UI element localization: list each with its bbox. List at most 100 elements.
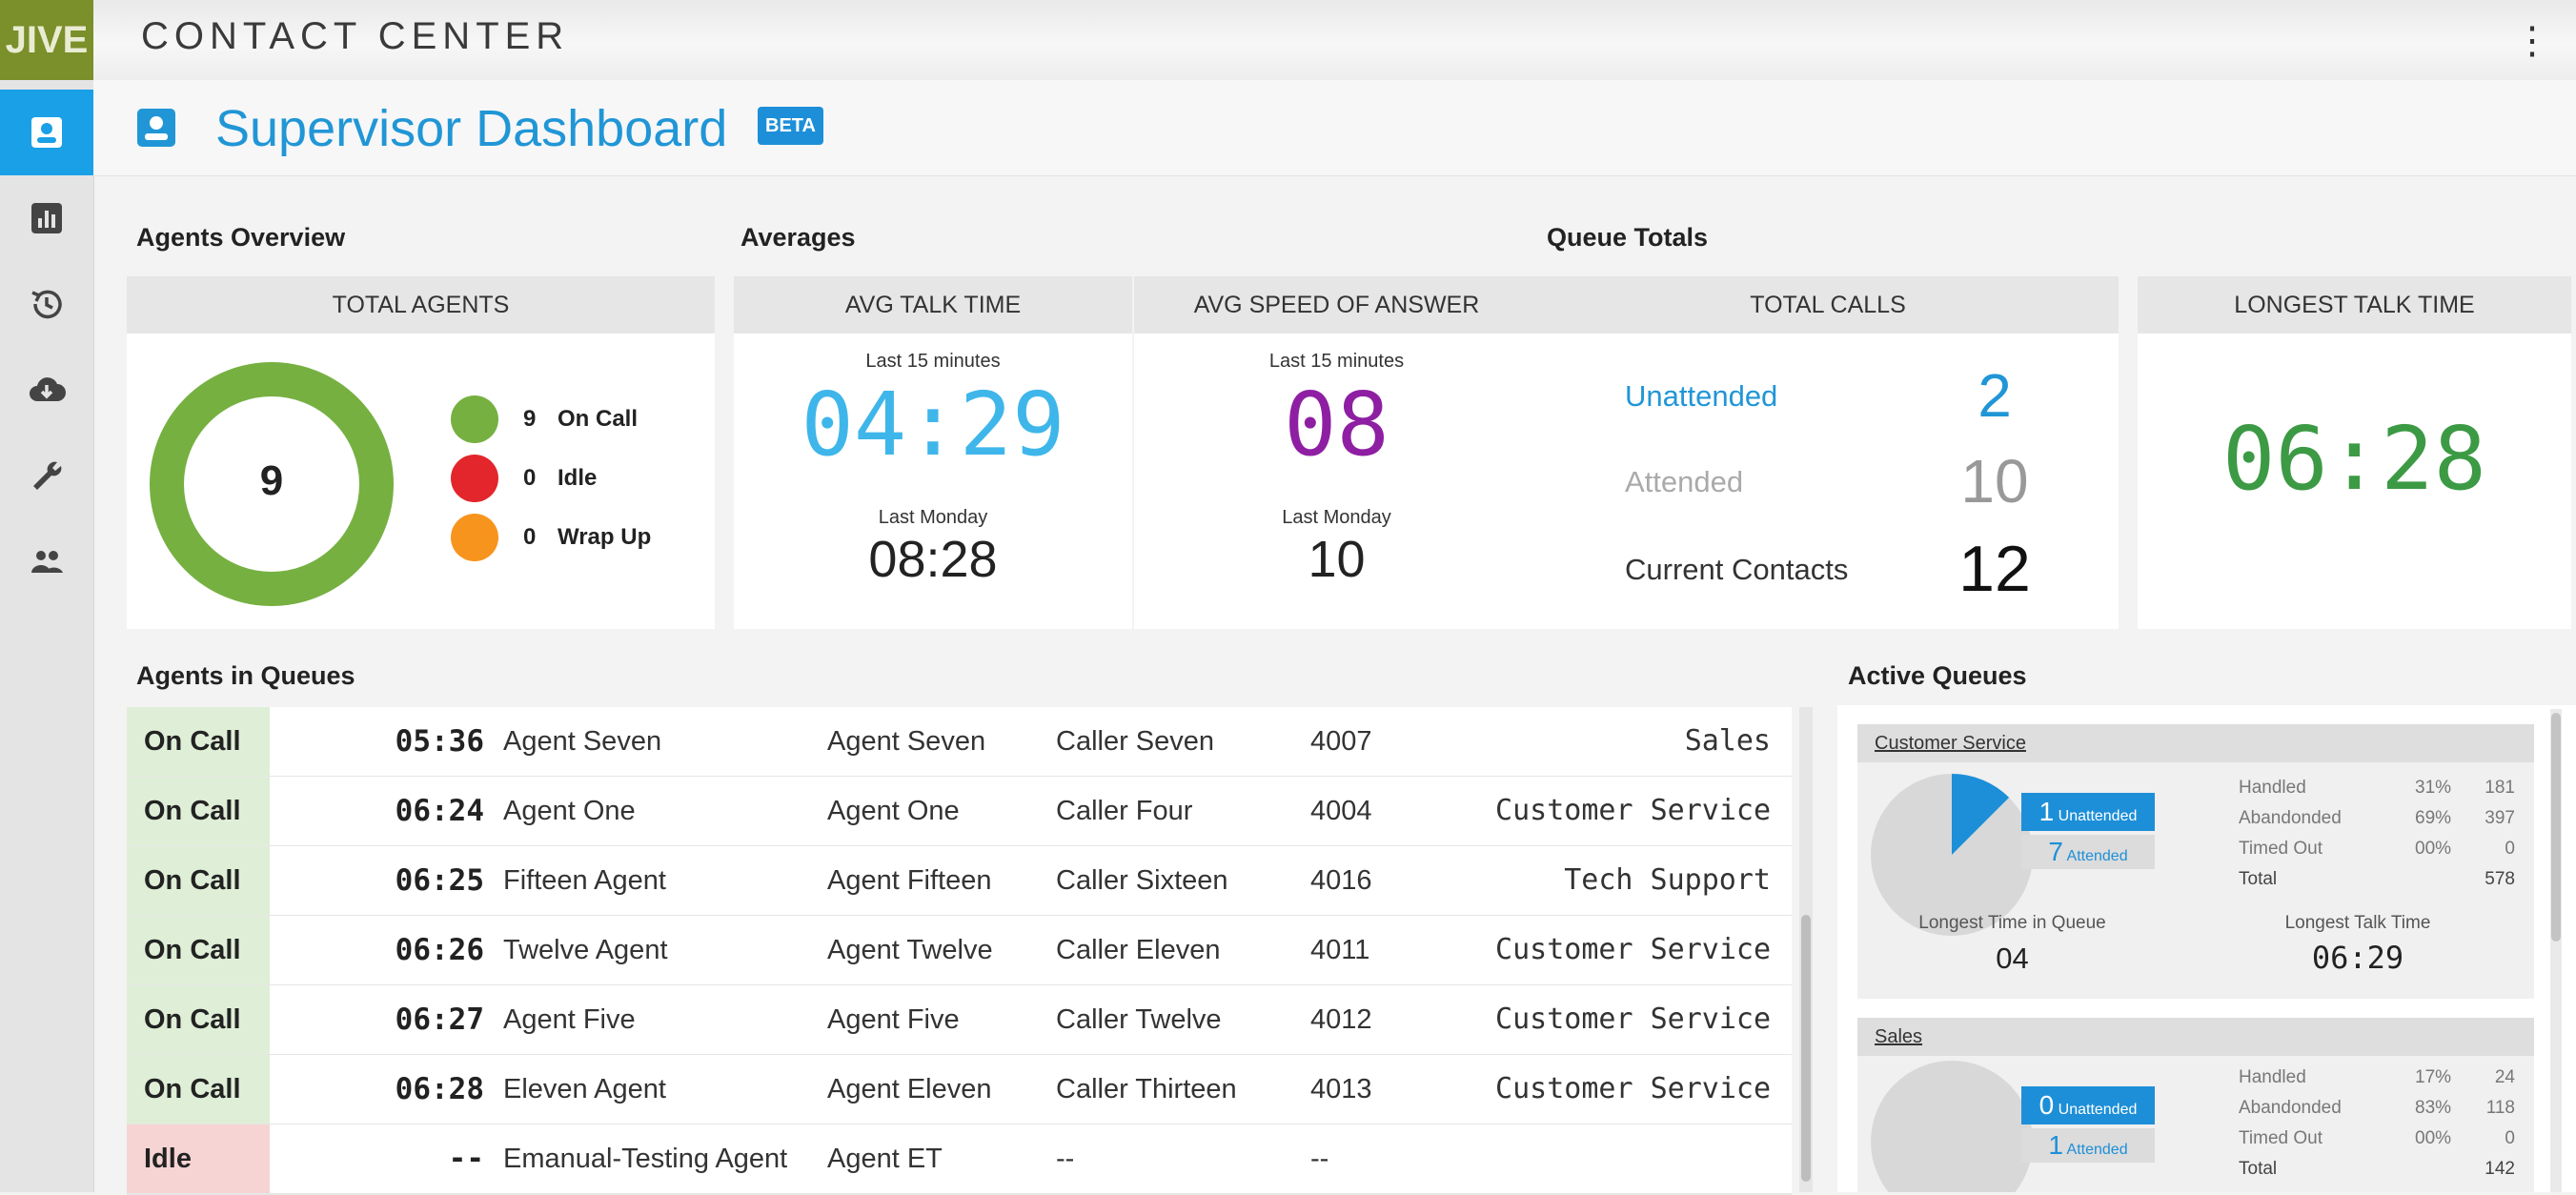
unattended-chip-label: Unattended <box>2058 1102 2138 1118</box>
period-label: Last 15 minutes <box>1268 351 1405 372</box>
caller-cell: Caller Sixteen <box>1056 865 1228 896</box>
unattended-label: Unattended <box>1625 379 1778 413</box>
queue-stats: Handled 17% 24 Abandonded 83% 118 Timed Out 00%… <box>2239 1067 2515 1189</box>
agents-total-count: 9 <box>259 457 284 504</box>
contact-card-icon <box>31 117 62 148</box>
stat-label: Total <box>2239 869 2278 889</box>
period-label: Last Monday <box>878 507 988 528</box>
unattended-chip: 1 Unattended <box>2021 793 2155 831</box>
attended-chip-label: Attended <box>2066 1142 2128 1158</box>
queue-cell: Customer Service <box>1495 933 1771 966</box>
agents-table-scrollbar[interactable] <box>1799 707 1813 1192</box>
caller-cell: Caller Twelve <box>1056 1004 1222 1035</box>
table-row[interactable]: On Call 06:28 Eleven Agent Agent Eleven Call… <box>127 1055 1792 1125</box>
duration-cell: 06:27 <box>395 1003 484 1037</box>
caller-cell: Caller Four <box>1056 796 1193 826</box>
beta-badge: BETA <box>758 107 823 145</box>
stat-count: 142 <box>2485 1159 2515 1179</box>
scrollbar-thumb[interactable] <box>1801 915 1811 1182</box>
longest-talk-time-value: 06:29 <box>2311 940 2404 976</box>
extension-cell: 4004 <box>1310 796 1372 826</box>
attended-chip: 1 Attended <box>2021 1128 2155 1163</box>
history-icon <box>31 290 62 319</box>
duration-cell: 06:28 <box>395 1072 484 1106</box>
caller-cell: Caller Thirteen <box>1056 1074 1237 1104</box>
sidebar-item-history[interactable] <box>0 261 93 347</box>
stat-label: Abandonded <box>2239 808 2342 828</box>
unattended-chip-count: 1 <box>2038 797 2055 826</box>
active-queues-scrollbar[interactable] <box>2550 709 2562 1192</box>
queue-cell: Customer Service <box>1495 1003 1771 1036</box>
total-calls-card: TOTAL CALLS Unattended 2 Attended 10 Cur… <box>1537 276 2119 629</box>
more-menu-icon[interactable]: ⋮ <box>2513 19 2551 63</box>
page-header: Supervisor Dashboard BETA <box>93 80 2576 176</box>
table-row[interactable]: On Call 05:36 Agent Seven Agent Seven Caller… <box>127 707 1792 778</box>
attended-count: 10 <box>1960 447 2029 516</box>
averages-title: Averages <box>740 223 856 252</box>
scrollbar-thumb[interactable] <box>2551 713 2561 942</box>
stat-percent: 17% <box>2415 1067 2452 1087</box>
extension-cell: 4013 <box>1310 1074 1372 1104</box>
queue-cell: Tech Support <box>1564 863 1771 897</box>
stat-label: Timed Out <box>2239 1128 2322 1148</box>
table-row[interactable]: Idle -- Emanual-Testing Agent Agent ET -- -- <box>127 1124 1792 1195</box>
agents-overview-title: Agents Overview <box>136 223 346 252</box>
queue-stat-row: Total 142 <box>2239 1159 2515 1189</box>
table-row[interactable]: On Call 06:25 Fifteen Agent Agent Fifteen Ca… <box>127 846 1792 917</box>
current-contacts-label: Current Contacts <box>1625 553 1849 586</box>
extension-cell: 4011 <box>1310 935 1370 965</box>
app-title: CONTACT CENTER <box>141 15 570 57</box>
stat-percent: 00% <box>2415 839 2452 859</box>
legend-label: Idle <box>558 465 598 491</box>
stat-label: Handled <box>2239 778 2306 798</box>
queue-stat-row: Timed Out 00% 0 <box>2239 1128 2515 1159</box>
longest-talk-time-value: 06:28 <box>2222 408 2486 510</box>
extension-cell: 4007 <box>1310 726 1372 757</box>
queue-stat-row: Total 578 <box>2239 869 2515 900</box>
queue-totals-title: Queue Totals <box>1547 223 1709 252</box>
table-row[interactable]: On Call 06:26 Twelve Agent Agent Twelve Call… <box>127 916 1792 986</box>
agent-name-cell: Agent One <box>503 796 636 826</box>
longest-time-in-queue-label: Longest Time in Queue <box>1918 913 2106 933</box>
stat-count: 0 <box>2505 839 2515 859</box>
table-row[interactable]: On Call 06:27 Agent Five Agent Five Caller T… <box>127 985 1792 1056</box>
active-queues-title: Active Queues <box>1848 661 2027 690</box>
unattended-chip-count: 0 <box>2038 1090 2055 1120</box>
queue-name-link[interactable]: Sales <box>1857 1018 2534 1056</box>
agent-display-cell: Agent Eleven <box>827 1074 992 1104</box>
queue-pie-chart <box>1871 1061 2033 1192</box>
contact-card-icon <box>137 109 175 147</box>
sidebar-item-download[interactable] <box>0 347 93 433</box>
sidebar-item-reports[interactable] <box>0 175 93 261</box>
unattended-count: 2 <box>1978 361 2012 430</box>
agent-display-cell: Agent One <box>827 796 960 826</box>
sidebar-item-settings[interactable] <box>0 433 93 518</box>
duration-cell: 06:26 <box>395 933 484 967</box>
stat-count: 181 <box>2485 778 2515 798</box>
legend-item: 0 Idle <box>451 455 699 502</box>
sidebar-item-users[interactable] <box>0 518 93 604</box>
period-label: Last Monday <box>1282 507 1391 528</box>
status-dot-icon <box>451 395 498 443</box>
cloud-download-icon <box>30 377 66 401</box>
agent-name-cell: Emanual-Testing Agent <box>503 1144 788 1174</box>
sidebar-item-dashboard[interactable] <box>0 90 93 175</box>
queue-stats: Handled 31% 181 Abandonded 69% 397 Timed Out 00… <box>2239 778 2515 900</box>
status-cell: On Call <box>127 777 270 845</box>
wrench-icon <box>33 461 62 490</box>
unattended-chip-label: Unattended <box>2058 808 2138 824</box>
jive-logo[interactable]: JIVE <box>0 0 93 80</box>
status-cell: On Call <box>127 916 270 984</box>
current-contacts-count: 12 <box>1958 533 2031 605</box>
agent-display-cell: Agent Seven <box>827 726 986 757</box>
queue-stat-row: Timed Out 00% 0 <box>2239 839 2515 869</box>
table-row[interactable]: On Call 06:24 Agent One Agent One Caller Fou… <box>127 777 1792 847</box>
agent-display-cell: Agent Twelve <box>827 935 993 965</box>
legend-item: 0 Wrap Up <box>451 514 699 561</box>
queue-name-link[interactable]: Customer Service <box>1857 724 2534 762</box>
legend-count: 0 <box>523 465 537 491</box>
stat-percent: 83% <box>2415 1098 2452 1118</box>
status-cell: On Call <box>127 985 270 1054</box>
queue-stat-row: Abandonded 69% 397 <box>2239 808 2515 839</box>
queue-stat-row: Abandonded 83% 118 <box>2239 1098 2515 1128</box>
